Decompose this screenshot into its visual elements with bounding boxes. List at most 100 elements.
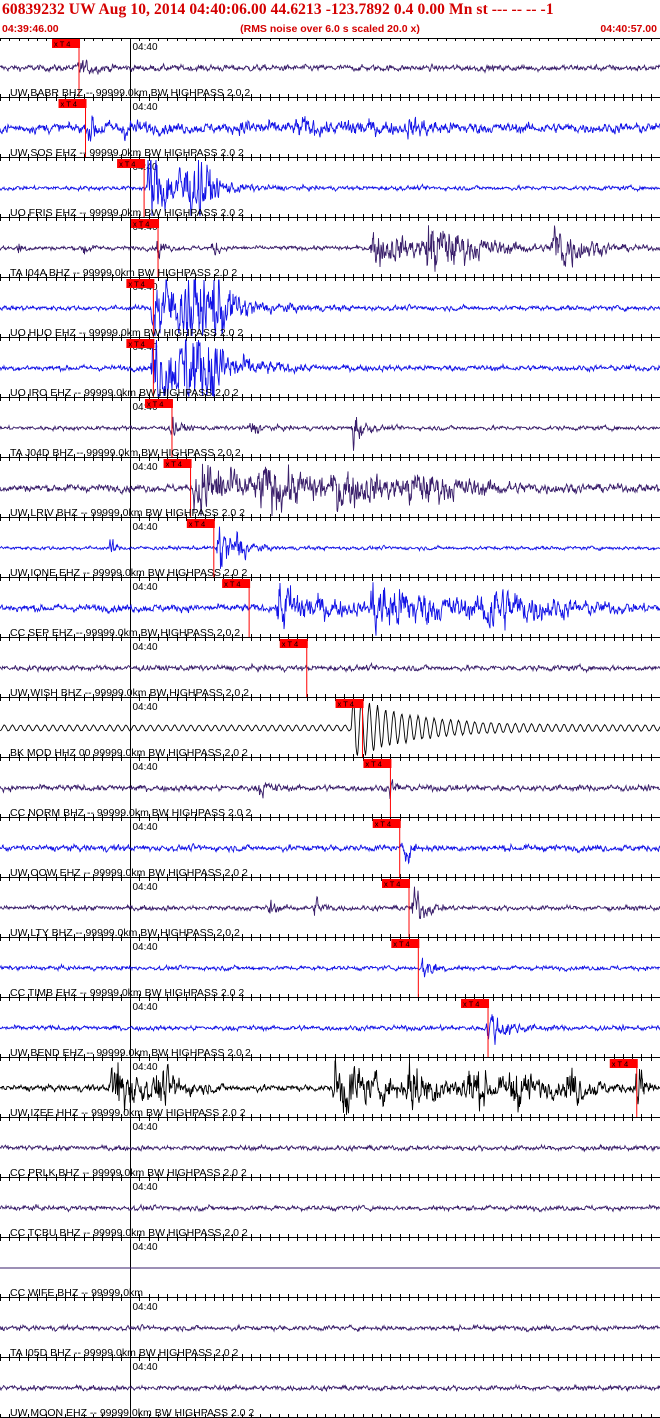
channel-label: CC NORM BHZ -- 99999.0km BW HIGHPASS 2.0…: [10, 807, 252, 819]
trace-row: 04:40 x T 4 UW BABR BHZ -- 99999.0km BW HI…: [0, 38, 660, 99]
phase-pick-label: x T 4: [463, 1000, 479, 1009]
phase-pick-label: x T 4: [166, 460, 182, 469]
trace-row: 04:40x T 4UO HUO EHZ -- 99999.0km BW HIG…: [0, 278, 660, 339]
waveform-trace: [0, 59, 660, 75]
trace-row: 04:40 CC PRLK BHZ -- 99999.0km BW HIGHPAS…: [0, 1118, 660, 1179]
trace-row: 04:40x T 4UO IRO EHZ -- 99999.0km BW HIG…: [0, 338, 660, 399]
phase-pick-label: x T 4: [147, 400, 163, 409]
trace-row: 04:40 TA I05D BHZ -- 99999.0km BW HIGHPAS…: [0, 1298, 660, 1359]
trace-row: 04:40 x T 4 CC TIMB EHZ -- 99999.0km BW HI…: [0, 938, 660, 999]
trace-row: 04:40x T 4UO FRIS EHZ -- 99999.0km BW HI…: [0, 158, 660, 219]
phase-pick-label: x T 4: [384, 880, 400, 889]
trace-row: 04:40 x T 4 UW WISH BHZ -- 99999.0km BW HI…: [0, 638, 660, 699]
channel-label: UW OOW EHZ -- 99999.0km BW HIGHPASS 2.0 …: [10, 867, 248, 879]
phase-pick-label: x T 4: [224, 580, 240, 589]
time-tick-label: 04:40: [133, 1302, 158, 1313]
waveform-trace: [0, 1143, 660, 1153]
trace-row: 04:40 x T 4 UW LRIV BHZ -- 99999.0km BW HI…: [0, 458, 660, 519]
waveform-trace: [0, 416, 660, 451]
phase-pick-label: x T 4: [133, 220, 149, 229]
phase-pick-label: x T 4: [119, 160, 135, 169]
phase-pick-label: x T 4: [375, 820, 391, 829]
channel-label: CC PRLK BHZ -- 99999.0km BW HIGHPASS 2.0…: [10, 1167, 247, 1179]
channel-label: CC SEP EHZ -- 99999.0km BW HIGHPASS 2.0 …: [10, 627, 240, 639]
seismogram-panel: 04:40x T 4UW BABR BHZ -- 99999.0km BW HI…: [0, 38, 660, 1418]
waveform-trace: [0, 1014, 660, 1045]
time-tick-label: 04:40: [133, 522, 158, 533]
channel-label: UW IONE EHZ -- 99999.0km BW HIGHPASS 2.0…: [10, 567, 247, 579]
phase-pick-label: x T 4: [189, 520, 205, 529]
trace-row: 04:40 x T 4 BK MOD HHZ 00 99999.0km BW HIG…: [0, 698, 660, 759]
channel-label: UW WISH BHZ -- 99999.0km BW HIGHPASS 2.0…: [10, 687, 249, 699]
time-tick-label: 04:40: [133, 942, 158, 953]
phase-pick-label: x T 4: [128, 340, 144, 349]
channel-label: CC TIMB EHZ -- 99999.0km BW HIGHPASS 2.0…: [10, 987, 244, 999]
trace-row: 04:40x T 4TA I04A BHZ -- 99999.0km BW HI…: [0, 218, 660, 279]
trace-row: 04:40 UW MOON EHZ -- 99999.0km BW HIGHPAS…: [0, 1358, 660, 1418]
channel-label: TA J04D BHZ -- 99999.0km BW HIGHPASS 2.0…: [10, 447, 241, 459]
time-tick-label: 04:40: [133, 1062, 158, 1073]
trace-row: 04:40 x T 4 UW LTY BHZ -- 99999.0km BW HIG…: [0, 878, 660, 939]
trace-row: 04:40 x T 4 UW OOW EHZ -- 99999.0km BW HIG…: [0, 818, 660, 879]
trace-row: 04:40x T 4TA J04D BHZ -- 99999.0km BW HI…: [0, 398, 660, 459]
waveform-trace: [0, 225, 660, 272]
waveform-trace: [0, 842, 660, 865]
event-title: 60839232 UW Aug 10, 2014 04:40:06.00 44.…: [2, 1, 554, 18]
channel-label: UW LRIV BHZ -- 99999.0km BW HIGHPASS 2.0…: [10, 507, 245, 519]
trace-row: 04:40 x T 4 CC SEP EHZ -- 99999.0km BW HIG…: [0, 578, 660, 639]
channel-label: UO IRO EHZ -- 99999.0km BW HIGHPASS 2.0 …: [10, 387, 239, 399]
phase-pick-label: x T 4: [365, 760, 381, 769]
time-tick-label: 04:40: [133, 882, 158, 893]
waveform-trace: [0, 1323, 660, 1333]
channel-label: UW MOON EHZ -- 99999.0km BW HIGHPASS 2.0…: [10, 1407, 254, 1418]
phase-pick-label: x T 4: [612, 1060, 628, 1069]
time-tick-label: 04:40: [133, 1002, 158, 1013]
time-tick-label: 04:40: [133, 1122, 158, 1133]
time-tick-label: 04:40: [133, 42, 158, 53]
scaling-note: (RMS noise over 6.0 s scaled 20.0 x): [240, 23, 420, 35]
trace-row: 04:40 CC TCBU BHZ -- 99999.0km BW HIGHPAS…: [0, 1178, 660, 1239]
phase-pick-label: x T 4: [282, 640, 298, 649]
channel-label: UO HUO EHZ -- 99999.0km BW HIGHPASS 2.0 …: [10, 327, 243, 339]
channel-label: UW BEND EHZ -- 99999.0km BW HIGHPASS 2.0…: [10, 1047, 251, 1059]
time-tick-label: 04:40: [133, 582, 158, 593]
time-tick-label: 04:40: [133, 822, 158, 833]
channel-label: BK MOD HHZ 00 99999.0km BW HIGHPASS 2.0 …: [10, 747, 248, 759]
phase-pick-label: x T 4: [393, 940, 409, 949]
channel-label: UW SOS EHZ -- 99999.0km BW HIGHPASS 2.0 …: [10, 147, 244, 159]
time-tick-label: 04:40: [133, 1362, 158, 1373]
channel-label: UO FRIS EHZ -- 99999.0km BW HIGHPASS 2.0…: [10, 207, 244, 219]
time-tick-label: 04:40: [133, 1182, 158, 1193]
end-time: 04:40:57.00: [600, 23, 657, 35]
waveform-trace: [0, 526, 660, 569]
waveform-trace: [0, 886, 660, 919]
waveform-trace: [0, 1383, 660, 1393]
channel-label: TA I04A BHZ -- 99999.0km BW HIGHPASS 2.0…: [10, 267, 237, 279]
time-tick-label: 04:40: [133, 462, 158, 473]
phase-pick-label: x T 4: [61, 100, 77, 109]
trace-row: 04:40 x T 4 UW SOS EHZ -- 99999.0km BW HIG…: [0, 98, 660, 159]
time-tick-label: 04:40: [133, 102, 158, 113]
time-tick-label: 04:40: [133, 762, 158, 773]
time-tick-label: 04:40: [133, 702, 158, 713]
record-header: 60839232 UW Aug 10, 2014 04:40:06.00 44.…: [0, 0, 660, 38]
trace-row: 04:40 CC WIFE BHZ -- 99999.0km: [0, 1238, 660, 1299]
channel-label: CC WIFE BHZ -- 99999.0km: [10, 1287, 143, 1299]
waveform-trace: [0, 661, 660, 674]
trace-row: 04:40 x T 4 UW BEND EHZ -- 99999.0km BW HI…: [0, 998, 660, 1059]
waveform-trace: [0, 1203, 660, 1213]
waveform-trace: [0, 115, 660, 142]
channel-label: CC TCBU BHZ -- 99999.0km BW HIGHPASS 2.0…: [10, 1227, 248, 1239]
trace-row: 04:40 x T 4 UW IONE EHZ -- 99999.0km BW HI…: [0, 518, 660, 579]
waveform-trace: [0, 957, 660, 978]
trace-row: 04:40 x T 4 CC NORM BHZ -- 99999.0km BW HI…: [0, 758, 660, 819]
channel-label: UW LTY BHZ -- 99999.0km BW HIGHPASS 2.0 …: [10, 927, 240, 939]
phase-pick-label: x T 4: [338, 700, 354, 709]
phase-pick-label: x T 4: [54, 40, 70, 49]
channel-label: TA I05D BHZ -- 99999.0km BW HIGHPASS 2.0…: [10, 1347, 239, 1359]
time-tick-label: 04:40: [133, 1242, 158, 1253]
time-tick-label: 04:40: [133, 642, 158, 653]
waveform-trace: [0, 779, 660, 800]
phase-pick-label: x T 4: [128, 280, 144, 289]
channel-label: UW IZEE HHZ -- 99999.0km BW HIGHPASS 2.0…: [10, 1107, 246, 1119]
